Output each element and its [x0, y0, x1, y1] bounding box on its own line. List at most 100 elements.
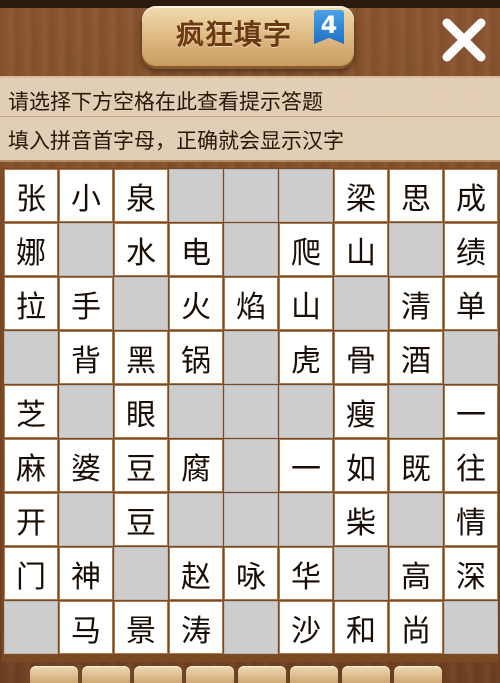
crossword-cell-blank[interactable]	[114, 547, 168, 600]
crossword-cell[interactable]: 骨	[334, 331, 388, 384]
crossword-cell[interactable]: 华	[279, 547, 333, 600]
crossword-board: 张小泉梁思成娜水电爬山绩拉手火焰山清单背黑锅虎骨酒芝眼瘦一麻婆豆腐一如既往开豆柴…	[2, 168, 498, 662]
crossword-cell-blank[interactable]	[279, 493, 333, 546]
crossword-cell[interactable]: 赵	[169, 547, 223, 600]
crossword-cell[interactable]: 绩	[444, 223, 498, 276]
crossword-cell[interactable]: 水	[114, 223, 168, 276]
crossword-cell[interactable]: 清	[389, 277, 443, 330]
crossword-cell[interactable]: 腐	[169, 439, 223, 492]
crossword-cell-blank[interactable]	[224, 169, 278, 222]
answer-key[interactable]	[290, 666, 338, 683]
crossword-cell[interactable]: 单	[444, 277, 498, 330]
crossword-cell[interactable]: 深	[444, 547, 498, 600]
crossword-cell-blank[interactable]	[4, 601, 58, 654]
close-button[interactable]	[438, 14, 490, 66]
crossword-cell[interactable]: 婆	[59, 439, 113, 492]
crossword-cell[interactable]: 咏	[224, 547, 278, 600]
crossword-cell-blank[interactable]	[114, 277, 168, 330]
crossword-cell-blank[interactable]	[224, 439, 278, 492]
crossword-cell[interactable]: 沙	[279, 601, 333, 654]
crossword-cell[interactable]: 一	[279, 439, 333, 492]
crossword-cell-blank[interactable]	[334, 547, 388, 600]
crossword-cell[interactable]: 黑	[114, 331, 168, 384]
crossword-cell-blank[interactable]	[59, 493, 113, 546]
crossword-cell[interactable]: 背	[59, 331, 113, 384]
crossword-cell[interactable]: 泉	[114, 169, 168, 222]
crossword-cell[interactable]: 如	[334, 439, 388, 492]
hint-line-select: 请选择下方空格在此查看提示答题	[8, 90, 323, 114]
crossword-cell[interactable]: 涛	[169, 601, 223, 654]
crossword-cell[interactable]: 门	[4, 547, 58, 600]
crossword-cell[interactable]: 柴	[334, 493, 388, 546]
crossword-cell[interactable]: 火	[169, 277, 223, 330]
level-badge: 4	[314, 10, 344, 44]
crossword-cell[interactable]: 梁	[334, 169, 388, 222]
crossword-cell-blank[interactable]	[224, 601, 278, 654]
crossword-cell[interactable]: 张	[4, 169, 58, 222]
crossword-cell-blank[interactable]	[389, 385, 443, 438]
crossword-cell-blank[interactable]	[389, 493, 443, 546]
crossword-cell-blank[interactable]	[59, 385, 113, 438]
crossword-cell[interactable]: 麻	[4, 439, 58, 492]
crossword-cell-blank[interactable]	[279, 385, 333, 438]
crossword-cell[interactable]: 爬	[279, 223, 333, 276]
crossword-cell-blank[interactable]	[444, 601, 498, 654]
crossword-cell[interactable]: 成	[444, 169, 498, 222]
crossword-cell-blank[interactable]	[279, 169, 333, 222]
crossword-cell[interactable]: 芝	[4, 385, 58, 438]
hint-panel: 请选择下方空格在此查看提示答题 填入拼音首字母，正确就会显示汉字	[0, 76, 500, 162]
crossword-cell[interactable]: 往	[444, 439, 498, 492]
crossword-cell[interactable]: 山	[334, 223, 388, 276]
crossword-cell-blank[interactable]	[4, 331, 58, 384]
game-title: 疯狂填字	[175, 18, 292, 51]
crossword-cell[interactable]: 眼	[114, 385, 168, 438]
answer-key[interactable]	[134, 666, 182, 683]
crossword-cell[interactable]: 情	[444, 493, 498, 546]
crossword-cell[interactable]: 娜	[4, 223, 58, 276]
crossword-cell[interactable]: 拉	[4, 277, 58, 330]
answer-key[interactable]	[394, 666, 442, 683]
answer-key[interactable]	[342, 666, 390, 683]
crossword-cell[interactable]: 高	[389, 547, 443, 600]
crossword-cell[interactable]: 虎	[279, 331, 333, 384]
crossword-cell[interactable]: 锅	[169, 331, 223, 384]
crossword-cell[interactable]: 神	[59, 547, 113, 600]
crossword-cell[interactable]: 既	[389, 439, 443, 492]
crossword-cell-blank[interactable]	[169, 169, 223, 222]
crossword-cell-blank[interactable]	[224, 493, 278, 546]
crossword-cell-blank[interactable]	[169, 385, 223, 438]
crossword-cell[interactable]: 开	[4, 493, 58, 546]
crossword-cell[interactable]: 手	[59, 277, 113, 330]
crossword-cell[interactable]: 尚	[389, 601, 443, 654]
hint-line-pinyin: 填入拼音首字母，正确就会显示汉字	[8, 129, 344, 153]
crossword-cell-blank[interactable]	[224, 385, 278, 438]
crossword-cell[interactable]: 一	[444, 385, 498, 438]
crossword-cell[interactable]: 景	[114, 601, 168, 654]
crossword-cell[interactable]: 小	[59, 169, 113, 222]
hint-divider	[0, 116, 500, 117]
crossword-cell[interactable]: 豆	[114, 439, 168, 492]
answer-key[interactable]	[30, 666, 78, 683]
answer-key-row	[0, 666, 500, 683]
answer-key[interactable]	[186, 666, 234, 683]
crossword-cell-blank[interactable]	[389, 223, 443, 276]
crossword-cell-blank[interactable]	[224, 223, 278, 276]
crossword-cell[interactable]: 思	[389, 169, 443, 222]
answer-key[interactable]	[82, 666, 130, 683]
close-icon[interactable]	[438, 14, 490, 66]
crossword-cell[interactable]: 和	[334, 601, 388, 654]
crossword-cell[interactable]: 酒	[389, 331, 443, 384]
crossword-cell[interactable]: 山	[279, 277, 333, 330]
crossword-cell-blank[interactable]	[59, 223, 113, 276]
answer-key[interactable]	[238, 666, 286, 683]
crossword-cell-blank[interactable]	[444, 331, 498, 384]
crossword-cell-blank[interactable]	[224, 331, 278, 384]
crossword-cell-blank[interactable]	[334, 277, 388, 330]
crossword-cell-blank[interactable]	[169, 493, 223, 546]
crossword-cell[interactable]: 瘦	[334, 385, 388, 438]
crossword-cell[interactable]: 电	[169, 223, 223, 276]
crossword-cell[interactable]: 焰	[224, 277, 278, 330]
title-plate: 疯狂填字 4	[142, 6, 354, 66]
crossword-cell[interactable]: 马	[59, 601, 113, 654]
crossword-cell[interactable]: 豆	[114, 493, 168, 546]
